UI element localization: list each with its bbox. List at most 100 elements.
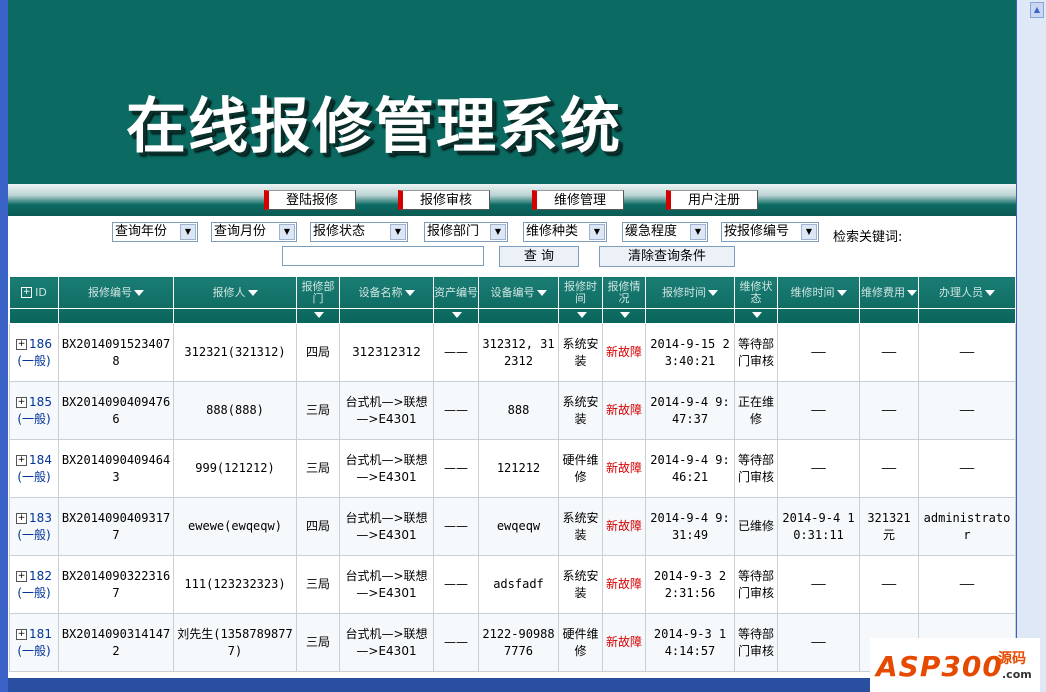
expand-icon[interactable]: +: [16, 570, 28, 582]
scroll-up-icon[interactable]: ▲: [1030, 2, 1044, 18]
cell-report-time: 2014-9-3 22:31:56: [645, 555, 735, 614]
col-department[interactable]: 报修部门: [296, 276, 340, 324]
table-row[interactable]: +186 (一般) BX20140915234078 312321(321312) 四局…: [9, 323, 1016, 382]
cell-id[interactable]: +183 (一般): [9, 497, 59, 556]
select-month[interactable]: 查询月份 ▼: [211, 222, 297, 242]
sort-down-icon[interactable]: [452, 311, 462, 318]
select-repair-type[interactable]: 维修种类 ▼: [523, 222, 607, 242]
col-report-time-type[interactable]: 报修时间: [558, 276, 603, 324]
select-repair-number[interactable]: 按报修编号 ▼: [721, 222, 819, 242]
nav-repair-review[interactable]: 报修审核: [398, 190, 490, 210]
select-repair-type-label: 维修种类: [526, 224, 579, 239]
cell-device-name: 台式机—>联想—>E4301: [339, 381, 434, 440]
select-year[interactable]: 查询年份 ▼: [112, 222, 198, 242]
sort-down-icon[interactable]: [404, 289, 415, 296]
chevron-down-icon: ▼: [180, 224, 196, 240]
col-device-no[interactable]: 设备编号: [478, 276, 559, 324]
select-month-label: 查询月份: [214, 224, 267, 239]
row-level: (一般): [17, 585, 51, 600]
keyword-input[interactable]: [282, 246, 484, 266]
col-reporter[interactable]: 报修人: [173, 276, 297, 324]
chevron-down-icon: ▼: [589, 224, 605, 240]
col-report-time[interactable]: 报修时间: [645, 276, 735, 324]
col-asset-no[interactable]: 资产编号: [433, 276, 479, 324]
cell-id[interactable]: +184 (一般): [9, 439, 59, 498]
select-repair-number-label: 按报修编号: [724, 224, 790, 239]
row-id: 186: [29, 336, 52, 351]
col-handler[interactable]: 办理人员: [918, 276, 1016, 324]
cell-report-time-type: 硬件维修: [558, 613, 603, 672]
sort-down-icon[interactable]: [247, 289, 258, 296]
sort-down-icon[interactable]: [752, 311, 762, 318]
cell-report-time: 2014-9-15 23:40:21: [645, 323, 735, 382]
col-id[interactable]: + ID: [9, 276, 59, 324]
col-repair-fee[interactable]: 维修费用: [859, 276, 919, 324]
cell-repair-fee: 321321元: [859, 497, 919, 556]
cell-repair-fee: ——: [859, 381, 919, 440]
table-row[interactable]: +183 (一般) BX20140904093177 ewewe(ewqeqw) 四局台…: [9, 497, 1016, 556]
col-repair-no[interactable]: 报修编号: [58, 276, 174, 324]
col-handler-label: 办理人员: [939, 285, 983, 299]
expand-icon[interactable]: +: [16, 396, 28, 408]
nav-repair-manage[interactable]: 维修管理: [532, 190, 624, 210]
expand-icon[interactable]: +: [16, 338, 28, 350]
nav-user-register[interactable]: 用户注册: [666, 190, 758, 210]
table-row[interactable]: +181 (一般) BX20140903141472 刘先生(13587898777)…: [9, 613, 1016, 672]
search-button[interactable]: 查 询: [499, 246, 579, 267]
cell-asset-no: ——: [433, 323, 479, 382]
chevron-down-icon: ▼: [279, 224, 295, 240]
sort-down-icon[interactable]: [985, 289, 995, 296]
cell-handler: administrator: [918, 497, 1016, 556]
sort-down-icon[interactable]: [134, 289, 144, 296]
col-repair-state[interactable]: 维修状态: [734, 276, 778, 324]
col-device-no-label: 设备编号: [490, 285, 535, 299]
expand-icon[interactable]: +: [16, 628, 28, 640]
expand-all-icon[interactable]: +: [21, 287, 33, 298]
cell-repair-time: 2014-9-4 10:31:11: [777, 497, 860, 556]
table-row[interactable]: +185 (一般) BX20140904094766 888(888) 三局 台式机—>联…: [9, 381, 1016, 440]
cell-report-status: 新故障: [602, 613, 646, 672]
clear-query-button[interactable]: 清除查询条件: [599, 246, 735, 267]
cell-device-no: 121212: [478, 439, 559, 498]
cell-repair-fee: ——: [859, 323, 919, 382]
col-device-name[interactable]: 设备名称: [339, 276, 434, 324]
vertical-scrollbar[interactable]: [1017, 0, 1046, 692]
banner: 在线报修管理系统: [8, 0, 1016, 184]
expand-icon[interactable]: +: [16, 454, 28, 466]
select-repair-status[interactable]: 报修状态 ▼: [310, 222, 408, 242]
cell-device-name: 312312312: [339, 323, 434, 382]
cell-id[interactable]: +182 (一般): [9, 555, 59, 614]
cell-id[interactable]: +186 (一般): [9, 323, 59, 382]
sort-down-icon[interactable]: [708, 289, 718, 296]
cell-report-status: 新故障: [602, 381, 646, 440]
table-row[interactable]: +182 (一般) BX20140903223167 111(123232323) 三局…: [9, 555, 1016, 614]
sort-down-icon[interactable]: [314, 311, 324, 318]
sort-down-icon[interactable]: [576, 311, 587, 318]
cell-reporter: 888(888): [173, 381, 297, 440]
cell-handler: ——: [918, 439, 1016, 498]
select-department[interactable]: 报修部门 ▼: [424, 222, 508, 242]
expand-icon[interactable]: +: [16, 512, 28, 524]
col-repair-state-label: 维修状态: [739, 279, 773, 305]
cell-repair-state: 正在维修: [734, 381, 778, 440]
chevron-down-icon: ▼: [690, 224, 706, 240]
col-report-time-type-label: 报修时间: [564, 279, 597, 305]
nav-login-repair[interactable]: 登陆报修: [264, 190, 356, 210]
cell-reporter: 刘先生(13587898777): [173, 613, 297, 672]
sort-down-icon[interactable]: [907, 289, 917, 296]
table-row[interactable]: +184 (一般) BX20140904094643 999(121212) 三局 台式机…: [9, 439, 1016, 498]
sort-down-icon[interactable]: [620, 311, 630, 318]
cell-id[interactable]: +185 (一般): [9, 381, 59, 440]
select-department-label: 报修部门: [427, 224, 480, 239]
col-report-status[interactable]: 报修情况: [602, 276, 646, 324]
cell-id[interactable]: +181 (一般): [9, 613, 59, 672]
cell-device-name: 台式机—>联想—>E4301: [339, 555, 434, 614]
col-repair-time[interactable]: 维修时间: [777, 276, 860, 324]
select-urgency[interactable]: 缓急程度 ▼: [622, 222, 708, 242]
sort-down-icon[interactable]: [536, 289, 547, 296]
cell-device-name: 台式机—>联想—>E4301: [339, 613, 434, 672]
cell-repair-state: 已维修: [734, 497, 778, 556]
select-repair-status-label: 报修状态: [313, 224, 366, 239]
sort-down-icon[interactable]: [836, 289, 847, 296]
page: 在线报修管理系统 登陆报修 报修审核 维修管理 用户注册 查询年份 ▼ 查询月份 ▼…: [8, 0, 1016, 692]
